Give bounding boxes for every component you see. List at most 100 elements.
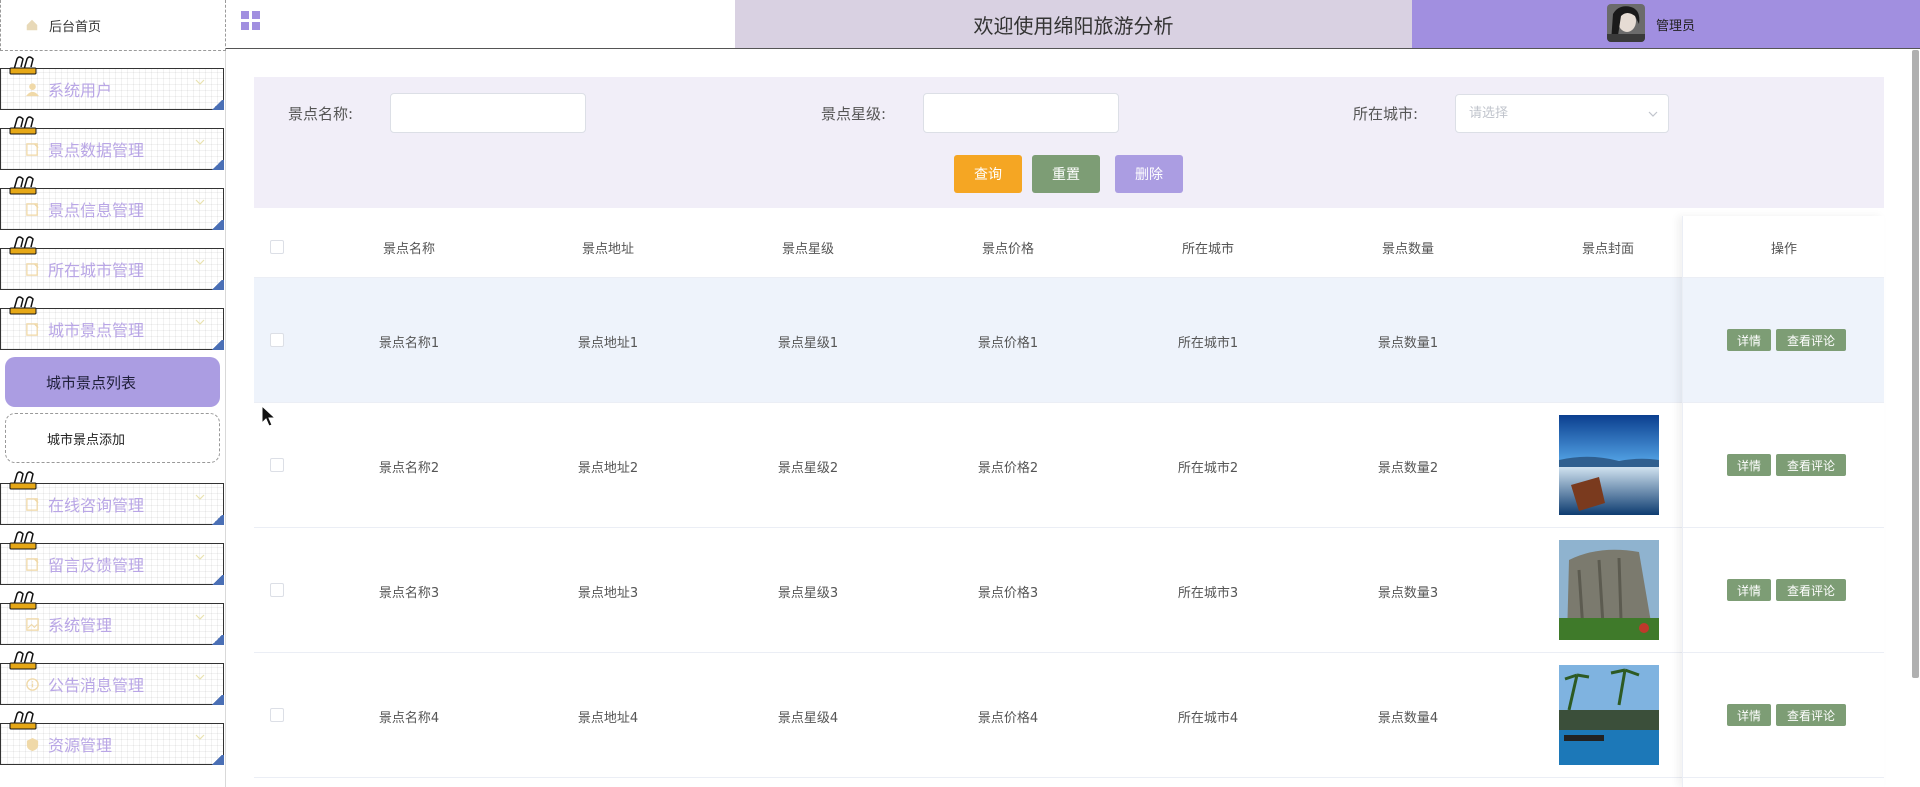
table-cell-addr: 景点地址1 (577, 336, 639, 351)
sidebar-item-4[interactable]: 所在城市管理 (0, 236, 224, 290)
sidebar-item-label: 城市景点管理 (48, 321, 145, 340)
search-panel: 景点名称: 景点星级: 所在城市: 请选择 查询 重置 删除 (254, 77, 1884, 208)
reset-button[interactable]: 重置 (1032, 155, 1100, 193)
binder-clip-icon (9, 651, 37, 670)
sidebar-item-9[interactable]: 公告消息管理 (0, 651, 224, 705)
sidebar-item-label: 景点数据管理 (48, 141, 145, 160)
table-row[interactable]: 景点名称4 景点地址4 景点星级4 景点价格4 所在城市4 景点数量4 详情 查看评论 (254, 653, 1884, 778)
grid-menu-icon[interactable] (241, 11, 261, 31)
chevron-down-icon (195, 79, 205, 85)
file-icon (26, 262, 39, 276)
chevron-down-icon (195, 199, 205, 205)
column-header: 景点地址 (581, 242, 634, 257)
table-cell-star: 景点星级1 (777, 336, 839, 351)
file-icon (26, 202, 39, 216)
binder-clip-icon (9, 56, 37, 75)
binder-clip-icon (9, 116, 37, 135)
table-row[interactable]: 景点名称1 景点地址1 景点星级1 景点价格1 所在城市1 景点数量1 详情 查看评论 (254, 278, 1884, 403)
row-checkbox[interactable] (270, 333, 284, 347)
table-cell-count: 景点数量3 (1377, 586, 1439, 601)
spot-star-input[interactable] (923, 93, 1119, 133)
row-checkbox[interactable] (270, 458, 284, 472)
sidebar-item-3[interactable]: 景点信息管理 (0, 176, 224, 230)
image-icon (26, 617, 39, 631)
page-fold-corner (210, 280, 224, 290)
sidebar-item-label: 所在城市管理 (48, 261, 145, 280)
chevron-down-icon (195, 554, 205, 560)
sidebar-item-10[interactable]: 资源管理 (0, 711, 224, 765)
sidebar-item-label: 公告消息管理 (48, 676, 145, 695)
submenu-item-label: 城市景点列表 (46, 373, 137, 392)
sidebar-item-label: 系统用户 (48, 81, 113, 100)
sidebar-item-6[interactable]: 在线咨询管理 (0, 471, 224, 525)
table-row[interactable]: 景点名称3 景点地址3 景点星级3 景点价格3 所在城市3 景点数量3 详情 查看评论 (254, 528, 1884, 653)
table-cell-addr: 景点地址4 (577, 711, 639, 726)
sidebar-item-home[interactable]: 后台首页 (0, 0, 226, 51)
sidebar-item-2[interactable]: 景点数据管理 (0, 116, 224, 170)
table-header: 景点名称 景点地址 景点星级 景点价格 所在城市 景点数量 景点封面 操作 (254, 216, 1884, 278)
row-checkbox[interactable] (270, 708, 284, 722)
table-cell-price: 景点价格3 (977, 586, 1039, 601)
spot-cover-image[interactable] (1559, 665, 1659, 765)
column-header: 景点价格 (981, 242, 1034, 257)
reset-button-label: 重置 (1052, 167, 1080, 183)
table-cell-addr: 景点地址3 (577, 586, 639, 601)
select-all-checkbox[interactable] (270, 240, 284, 254)
user-menu[interactable]: 管理员 (1412, 0, 1920, 48)
table-cell-city: 所在城市2 (1177, 461, 1239, 476)
table-cell-name: 景点名称2 (378, 461, 440, 476)
submenu-item-city-spot-add[interactable]: 城市景点添加 (5, 413, 220, 463)
page-fold-corner (210, 340, 224, 350)
table-cell-name: 景点名称3 (378, 586, 440, 601)
row-checkbox[interactable] (270, 583, 284, 597)
city-select[interactable]: 请选择 (1455, 94, 1669, 133)
avatar[interactable] (1607, 4, 1645, 42)
spot-cover-image[interactable] (1559, 290, 1659, 390)
spot-cover-image[interactable] (1559, 540, 1659, 640)
binder-clip-icon (9, 591, 37, 610)
table-cell-city: 所在城市1 (1177, 336, 1239, 351)
spot-name-label: 景点名称: (288, 105, 354, 123)
spot-name-input[interactable] (390, 93, 586, 133)
column-header: 景点数量 (1381, 242, 1434, 257)
spot-cover-image[interactable] (1559, 415, 1659, 515)
table-row[interactable]: 景点名称2 景点地址2 景点星级2 景点价格2 所在城市2 景点数量2 详情 查看评论 (254, 403, 1884, 528)
page-fold-corner (210, 755, 224, 765)
sidebar-item-5[interactable]: 城市景点管理 (0, 296, 224, 350)
shield-icon (26, 737, 39, 751)
home-icon (26, 19, 38, 31)
info-icon (26, 677, 39, 691)
chevron-down-icon (195, 614, 205, 620)
chevron-down-icon (195, 734, 205, 740)
user-icon (25, 82, 40, 96)
binder-clip-icon (9, 176, 37, 195)
table-cell-count: 景点数量1 (1377, 336, 1439, 351)
page-title: 欢迎使用绵阳旅游分析 (735, 0, 1412, 48)
sidebar-item-label: 后台首页 (49, 19, 102, 35)
sidebar-item-label: 资源管理 (48, 736, 113, 755)
sidebar-item-7[interactable]: 留言反馈管理 (0, 531, 224, 585)
top-header: 欢迎使用绵阳旅游分析 管理员 (226, 0, 1920, 49)
table-cell-star: 景点星级4 (777, 711, 839, 726)
city-select-placeholder: 请选择 (1469, 106, 1509, 121)
sidebar-item-1[interactable]: 系统用户 (0, 56, 224, 110)
page-fold-corner (210, 220, 224, 230)
file-icon (26, 142, 39, 156)
table-cell-addr: 景点地址2 (577, 461, 639, 476)
sidebar: 后台首页 系统用户景点数据管理景点信息管理所在城市管理 城市景点管理 在线咨询管理留… (0, 0, 226, 787)
sidebar-item-label: 在线咨询管理 (48, 496, 145, 515)
table-cell-city: 所在城市4 (1177, 711, 1239, 726)
sidebar-item-8[interactable]: 系统管理 (0, 591, 224, 645)
sidebar-item-label: 留言反馈管理 (48, 556, 145, 575)
query-button[interactable]: 查询 (954, 155, 1022, 193)
binder-clip-icon (9, 236, 37, 255)
scrollbar-thumb[interactable] (1912, 50, 1919, 678)
submenu-item-city-spot-list[interactable]: 城市景点列表 (5, 357, 220, 407)
delete-button[interactable]: 删除 (1115, 155, 1183, 193)
query-button-label: 查询 (974, 167, 1002, 183)
chevron-down-icon (195, 139, 205, 145)
mouse-cursor-icon (261, 405, 277, 427)
welcome-text: 欢迎使用绵阳旅游分析 (973, 13, 1174, 38)
username: 管理员 (1656, 19, 1696, 34)
sidebar-item-label: 系统管理 (48, 616, 113, 635)
